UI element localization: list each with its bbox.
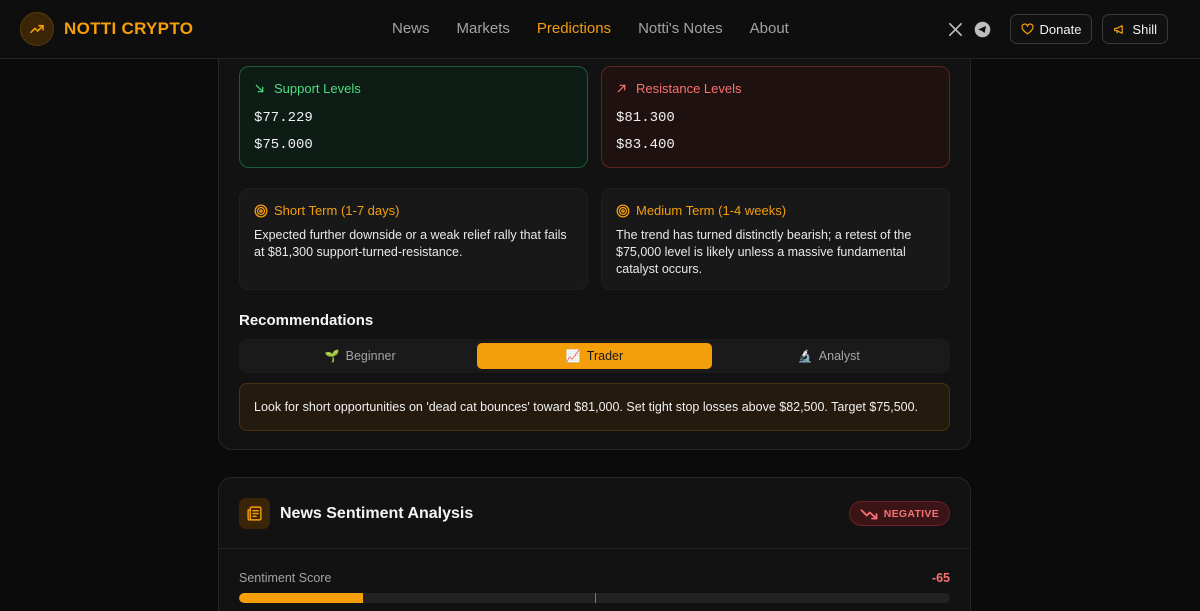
brand-name: NOTTI CRYPTO [64,19,194,38]
divider [219,548,970,549]
support-title-text: Support Levels [274,81,361,96]
tab-beginner[interactable]: 🌱 Beginner [243,343,477,369]
support-level-2: $75.000 [254,137,313,153]
nav-markets[interactable]: Markets [457,20,510,37]
nav-news[interactable]: News [392,20,430,37]
short-term-title: Short Term (1-7 days) [254,203,573,218]
heart-icon [1020,22,1034,34]
telegram-icon[interactable] [973,19,993,39]
megaphone-icon [1114,24,1124,34]
tab-analyst-label: Analyst [818,349,860,363]
tab-beginner-label: Beginner [345,349,396,363]
recommendation-text: Look for short opportunities on 'dead ca… [239,383,950,431]
arrow-up-right-icon [617,84,626,93]
medium-term-box: Medium Term (1-4 weeks) The trend has tu… [601,188,950,290]
resistance-title-text: Resistance Levels [636,81,742,96]
resistance-level-1: $81.300 [616,110,675,126]
nav-predictions[interactable]: Predictions [537,20,611,37]
chart-increasing-icon: 📈 [565,349,581,363]
sentiment-score-bar [239,593,950,603]
header-actions: Donate Shill [946,14,1168,44]
sentiment-title: News Sentiment Analysis [280,505,474,522]
target-icon [254,204,268,217]
brand[interactable]: NOTTI CRYPTO [20,12,193,46]
x-icon[interactable] [946,19,966,39]
nav-nottis-notes[interactable]: Notti's Notes [638,20,723,37]
seedling-icon: 🌱 [324,349,340,363]
medium-term-title: Medium Term (1-4 weeks) [616,203,935,218]
main-nav: News Markets Predictions Notti's Notes A… [392,20,816,37]
support-levels-title: Support Levels [254,81,573,96]
recommendation-tabs: 🌱 Beginner 📈 Trader 🔬 Analyst [239,339,950,373]
short-term-title-text: Short Term (1-7 days) [274,203,400,218]
resistance-levels-box: Resistance Levels $81.300 $83.400 [601,66,950,168]
arrow-down-right-icon [255,84,264,93]
news-sentiment-card: News Sentiment Analysis NEGATIVE Sentime… [218,477,971,611]
medium-term-text: The trend has turned distinctly bearish;… [616,228,912,276]
recommendations-heading: Recommendations [239,312,374,329]
sentiment-badge-label: NEGATIVE [883,507,939,520]
medium-term-title-text: Medium Term (1-4 weeks) [636,203,787,218]
shill-label: Shill [1132,21,1157,37]
trending-up-icon [20,12,54,46]
newspaper-icon [239,498,270,529]
prediction-card: Support Levels $77.229 $75.000 Resistanc… [218,30,971,450]
target-icon [616,204,630,217]
tab-analyst[interactable]: 🔬 Analyst [712,343,946,369]
sentiment-score-fill [239,593,364,603]
support-level-1: $77.229 [254,110,313,126]
shill-button[interactable]: Shill [1102,14,1168,44]
short-term-box: Short Term (1-7 days) Expected further d… [239,188,588,290]
tab-trader[interactable]: 📈 Trader [477,343,712,369]
short-term-text: Expected further downside or a weak reli… [254,228,567,259]
sentiment-badge: NEGATIVE [848,501,950,526]
trending-down-icon [860,508,878,519]
nav-about[interactable]: About [750,20,789,37]
sentiment-midpoint-marker [594,593,596,603]
donate-label: Donate [1039,21,1082,37]
sentiment-score-label: Sentiment Score [239,571,332,585]
resistance-levels-title: Resistance Levels [616,81,935,96]
tab-trader-label: Trader [586,349,624,363]
top-navbar: NOTTI CRYPTO News Markets Predictions No… [0,0,1200,59]
sentiment-score-value: -65 [931,571,950,585]
donate-button[interactable]: Donate [1009,14,1093,44]
support-levels-box: Support Levels $77.229 $75.000 [239,66,588,168]
microscope-icon: 🔬 [797,349,813,363]
resistance-level-2: $83.400 [616,137,675,153]
